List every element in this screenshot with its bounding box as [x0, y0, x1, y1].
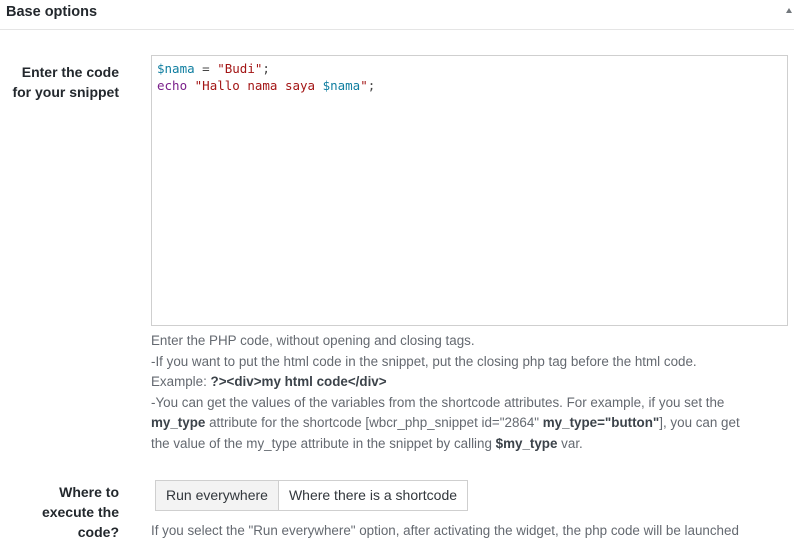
code-line: $nama = "Budi"; [157, 60, 782, 77]
code-token: ; [367, 78, 376, 93]
execute-location-toggle[interactable]: Run everywhere Where there is a shortcod… [155, 480, 469, 511]
help-line-6: the value of the my_type attribute in th… [151, 434, 791, 455]
code-token: $nama [157, 61, 195, 76]
code-help-text: Enter the PHP code, without opening and … [151, 331, 791, 454]
execute-description: If you select the "Run everywhere" optio… [151, 523, 739, 538]
help-attr-end: ], you can get [659, 415, 740, 430]
code-token: " [360, 78, 368, 93]
code-field-label: Enter the code for your snippet [12, 64, 119, 100]
help-line-5: my_type attribute for the shortcode [wbc… [151, 413, 791, 434]
code-line: echo "Hallo nama saya $nama"; [157, 77, 782, 94]
help-attr-example: my_type="button" [542, 415, 660, 430]
panel-title: Base options [6, 4, 98, 20]
help-attr-text: attribute for the shortcode [wbcr_php_sn… [205, 415, 543, 430]
panel-header[interactable]: Base options [0, 0, 794, 30]
help-line-6-prefix: the value of the my_type attribute in th… [151, 435, 496, 451]
help-line-1: Enter the PHP code, without opening and … [151, 333, 475, 348]
help-my-type: my_type [151, 415, 206, 430]
collapse-arrow-icon[interactable] [786, 8, 792, 13]
help-line-2: -If you want to put the html code in the… [151, 353, 697, 369]
code-token: "Hallo nama saya [194, 78, 323, 93]
shortcode-only-button[interactable]: Where there is a shortcode [278, 481, 468, 510]
code-token: $nama [322, 78, 361, 93]
code-token: = [194, 61, 218, 76]
help-example-prefix: Example: [151, 374, 211, 389]
execute-location-label: Where to execute the code? [41, 484, 119, 540]
help-line-4: -You can get the values of the variables… [151, 394, 725, 410]
help-var-name: $my_type [495, 435, 558, 451]
help-line-6-suffix: var. [557, 435, 583, 451]
code-token: "Budi" [217, 61, 263, 76]
help-example: Example: ?><div>my html code</div> [151, 372, 791, 393]
help-example-code: ?><div>my html code</div> [210, 374, 387, 389]
run-everywhere-button[interactable]: Run everywhere [156, 481, 279, 510]
code-token: echo [157, 78, 188, 93]
code-token: ; [262, 61, 270, 76]
code-editor[interactable]: $nama = "Budi"; echo "Hallo nama saya $na… [151, 55, 788, 326]
